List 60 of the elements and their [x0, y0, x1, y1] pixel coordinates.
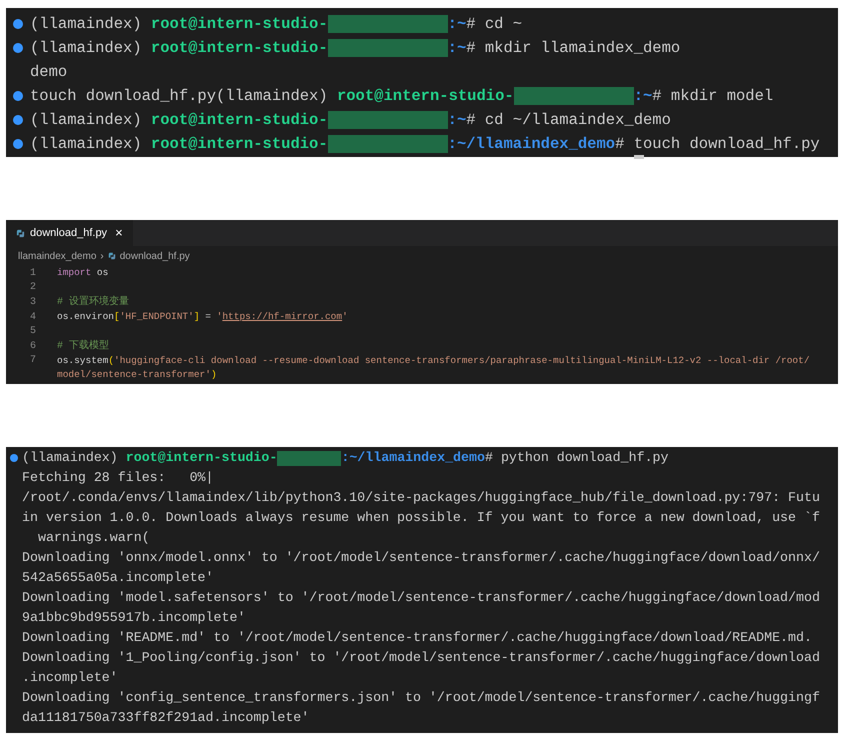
- env-name: (llamaindex): [30, 134, 143, 155]
- user-host: root@intern-studio-: [150, 38, 328, 59]
- output-text: demo: [30, 62, 68, 83]
- path-text: :~: [634, 86, 652, 107]
- file-tab[interactable]: download_hf.py ×: [6, 220, 133, 246]
- path-text: :~: [448, 14, 466, 35]
- user-host: root@intern-studio-: [336, 86, 514, 107]
- python-file-icon: [108, 252, 116, 260]
- command-text: # cd ~: [466, 14, 522, 35]
- redaction-mark: [277, 450, 342, 466]
- code-line: import os: [57, 266, 108, 280]
- env-name: (llamaindex): [216, 86, 329, 107]
- env-name: (llamaindex): [22, 449, 119, 467]
- output-text: Downloading 'onnx/model.onnx' to '/root/model/sentence-transformer/.cache/huggingface/download/onnx/: [22, 549, 820, 567]
- command-text: # touch download_hf.py: [615, 132, 820, 156]
- code-line: # 下载模型: [57, 338, 110, 354]
- output-text: .incomplete': [22, 669, 118, 687]
- output-text: Downloading 'model.safetensors' to '/root/model/sentence-transformer/.cache/huggingface/download/mod: [22, 589, 820, 607]
- output-text: 9a1bbc9bd955917b.incomplete': [22, 609, 246, 627]
- code-line: os.system('huggingface-cli download --resume-download sentence-transformers/paraphrase-multilingual-MiniLM-L12-v2 --local-dir /root/: [57, 354, 810, 368]
- line-number: 1: [28, 266, 37, 281]
- output-text: warnings.warn(: [36, 529, 150, 547]
- command-text: touch download_hf.py: [30, 86, 216, 107]
- env-name: (llamaindex): [30, 110, 143, 131]
- output-text: Downloading 'config_sentence_transformers.json' to '/root/model/sentence-transformer/.cache/huggingf: [22, 689, 820, 707]
- path-text: :~/llamaindex_demo: [448, 134, 616, 155]
- python-file-icon: [16, 228, 25, 238]
- env-name: (llamaindex): [30, 14, 143, 35]
- output-text: Fetching 28 files: 0%|: [22, 469, 214, 487]
- user-host: root@intern-studio-: [150, 134, 328, 155]
- code-line: model/sentence-transformer'): [57, 368, 217, 382]
- breadcrumb-item[interactable]: llamaindex_demo: [18, 248, 96, 264]
- output-text: Downloading '1_Pooling/config.json' to '/root/model/sentence-transformer/.cache/huggingface/download: [22, 649, 820, 667]
- command-text: # cd ~/llamaindex_demo: [466, 110, 671, 131]
- output-text: Downloading 'README.md' to '/root/model/sentence-transformer/.cache/huggingface/download/README.md.: [22, 629, 812, 647]
- line-number: 7: [28, 354, 37, 368]
- output-text: 542a5655a05a.incomplete': [22, 569, 214, 587]
- path-text: :~/llamaindex_demo: [341, 449, 485, 467]
- env-name: (llamaindex): [30, 38, 143, 59]
- code-line: os.environ['HF_ENDPOINT'] = 'https://hf-mirror.com': [57, 310, 348, 324]
- line-number: 4: [28, 310, 37, 325]
- command-text: # python download_hf.py: [484, 449, 669, 467]
- command-text: # mkdir llamaindex_demo: [466, 38, 680, 59]
- output-text: in version 1.0.0. Downloads always resume when possible. If you want to force a new download, use `f: [22, 509, 820, 527]
- user-host: root@intern-studio-: [150, 110, 328, 131]
- line-number: 5: [28, 325, 37, 340]
- path-text: :~: [448, 38, 466, 59]
- line-number: 3: [28, 296, 37, 310]
- output-text: /root/.conda/envs/llamaindex/lib/python3.10/site-packages/huggingface_hub/file_download.py:797: Futu: [22, 489, 820, 507]
- line-number: 2: [28, 281, 37, 296]
- user-host: root@intern-studio-: [126, 449, 278, 467]
- path-text: :~: [448, 110, 466, 131]
- close-button[interactable]: ×: [115, 223, 123, 243]
- output-text: da11181750a733ff82f291ad.incomplete': [22, 709, 310, 727]
- code-line: # 设置环境变量: [57, 294, 130, 310]
- line-number: 6: [28, 340, 37, 354]
- user-host: root@intern-studio-: [150, 14, 328, 35]
- breadcrumb-separator: ›: [100, 250, 104, 264]
- command-text: # mkdir model: [652, 86, 774, 107]
- breadcrumb-item[interactable]: download_hf.py: [120, 248, 190, 264]
